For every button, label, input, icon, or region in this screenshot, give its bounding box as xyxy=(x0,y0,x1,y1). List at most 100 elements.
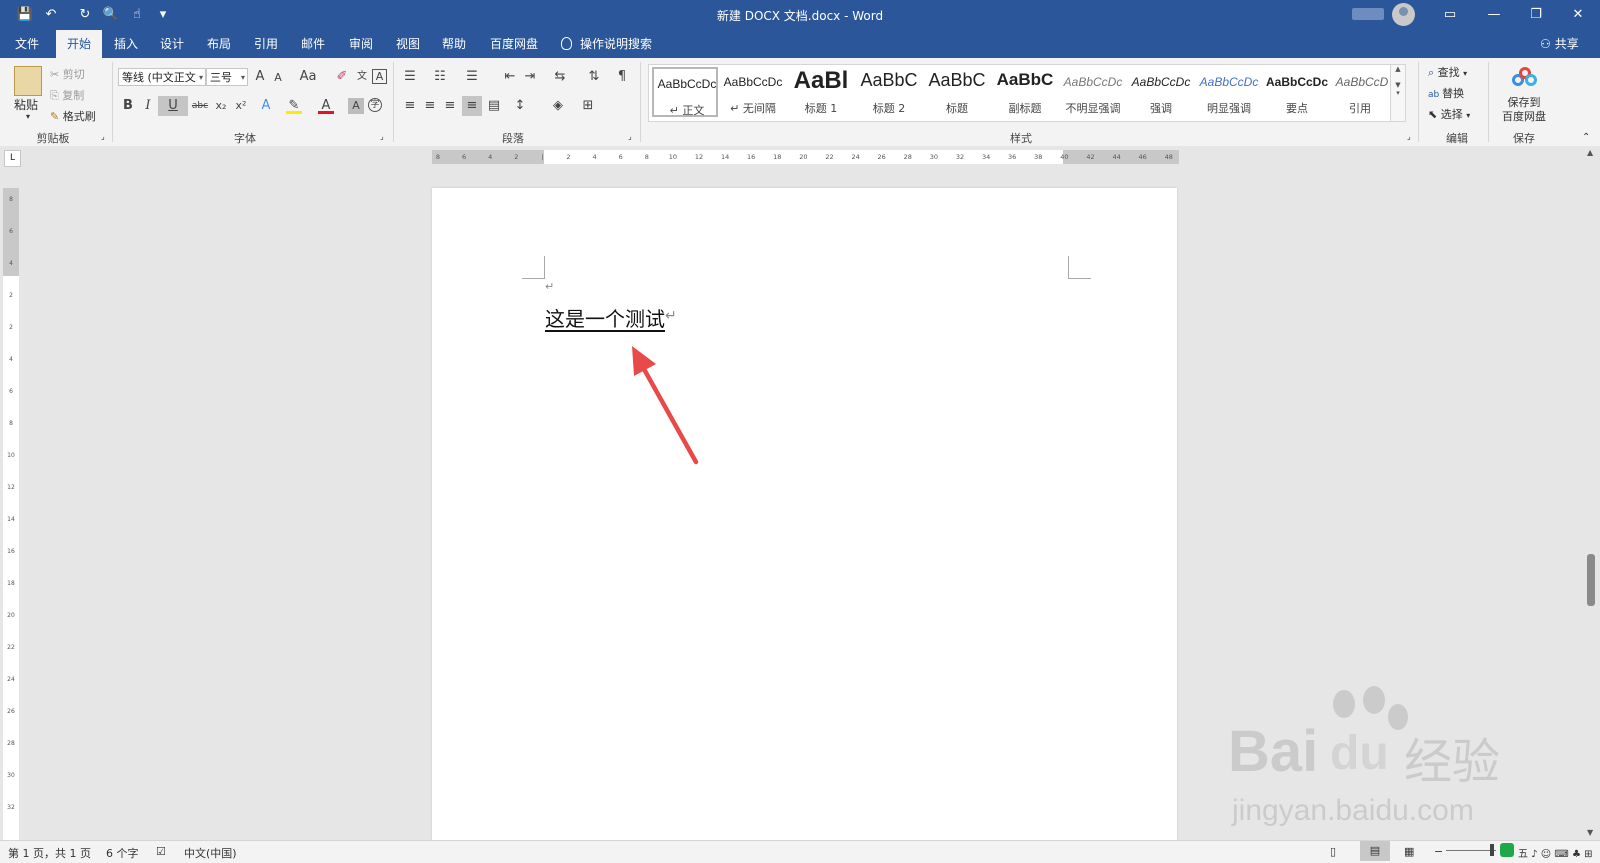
language-indicator[interactable]: 中文(中国) xyxy=(184,845,237,861)
horizontal-ruler[interactable]: 8 6 4 2 | 2 4 6 8 10 12 14 16 18 20 22 24 26 28 30 32 34 36 38 4… xyxy=(432,150,1179,164)
align-right-icon[interactable]: ≡ xyxy=(442,98,458,114)
change-case-icon[interactable]: Aa xyxy=(296,69,320,85)
cut-button[interactable]: ✂ 剪切 xyxy=(50,66,85,82)
tab-home[interactable]: 开始 xyxy=(56,30,102,58)
web-layout-icon[interactable]: ▦ xyxy=(1404,845,1414,858)
tab-mailings[interactable]: 邮件 xyxy=(293,30,333,58)
underline-button[interactable]: U xyxy=(158,96,188,116)
tab-help[interactable]: 帮助 xyxy=(434,30,474,58)
phonetic-guide-icon[interactable]: 文 xyxy=(354,69,370,85)
read-mode-icon[interactable]: ▯ xyxy=(1330,845,1336,858)
tab-references[interactable]: 引用 xyxy=(246,30,286,58)
font-size-select[interactable]: 三号 ▾ xyxy=(206,68,248,86)
scroll-thumb[interactable] xyxy=(1587,554,1595,606)
text-effects-icon[interactable]: A xyxy=(258,98,274,114)
share-button[interactable]: ⚇ 共享 xyxy=(1540,30,1579,58)
document-page[interactable] xyxy=(432,188,1177,848)
font-dialog-launcher-icon[interactable]: ⌟ xyxy=(380,132,384,141)
character-border-icon[interactable]: A xyxy=(372,69,387,84)
distributed-icon[interactable]: ▤ xyxy=(486,98,502,114)
bullets-icon[interactable]: ☰ xyxy=(402,69,418,85)
collapse-ribbon-icon[interactable]: ⌃ xyxy=(1582,132,1590,143)
shading-icon[interactable]: ◈ xyxy=(550,98,566,114)
avatar[interactable] xyxy=(1392,3,1415,26)
character-shading-icon[interactable]: A xyxy=(348,98,364,114)
shrink-font-icon[interactable]: A xyxy=(270,70,286,86)
zoom-thumb[interactable] xyxy=(1490,844,1494,856)
replace-button[interactable]: ab 替换 xyxy=(1428,85,1464,101)
restore-button[interactable]: ❐ xyxy=(1514,0,1558,30)
numbering-icon[interactable]: ☷ xyxy=(432,69,448,85)
style-heading-2[interactable]: AaBbC 标题 2 xyxy=(856,67,922,117)
show-formatting-icon[interactable]: ¶ xyxy=(614,69,630,85)
tab-selector[interactable]: L xyxy=(4,150,21,167)
paragraph-dialog-launcher-icon[interactable]: ⌟ xyxy=(628,132,632,141)
sort-icon[interactable]: ⇅ xyxy=(586,69,602,85)
close-button[interactable]: ✕ xyxy=(1556,0,1600,30)
increase-indent-icon[interactable]: ⇥ xyxy=(522,69,538,85)
style-subtitle[interactable]: AaBbC 副标题 xyxy=(992,67,1058,117)
multilevel-list-icon[interactable]: ☰ xyxy=(464,69,480,85)
tab-review[interactable]: 审阅 xyxy=(341,30,381,58)
ribbon-display-options-button[interactable]: ▭ xyxy=(1428,0,1472,30)
tab-insert[interactable]: 插入 xyxy=(106,30,146,58)
find-button[interactable]: ⌕ 查找 ▾ xyxy=(1428,64,1467,80)
style-normal[interactable]: AaBbCcDc ↵ 正文 xyxy=(652,67,718,117)
style-subtle-emphasis[interactable]: AaBbCcDc 不明显强调 xyxy=(1060,67,1126,117)
proofing-icon[interactable]: ☑ xyxy=(156,845,166,858)
bold-button[interactable]: B xyxy=(120,98,136,114)
baidu-cloud-icon[interactable] xyxy=(1510,66,1538,90)
zoom-out-icon[interactable]: − xyxy=(1434,845,1443,858)
style-title[interactable]: AaBbC 标题 xyxy=(924,67,990,117)
highlight-icon[interactable]: ✎ xyxy=(286,98,302,114)
italic-button[interactable]: I xyxy=(140,98,156,114)
minimize-button[interactable]: — xyxy=(1472,0,1516,30)
zoom-slider[interactable] xyxy=(1446,850,1496,851)
decrease-indent-icon[interactable]: ⇤ xyxy=(502,69,518,85)
chinese-layout-icon[interactable]: ⇆ xyxy=(552,69,568,85)
select-button[interactable]: ⬉ 选择 ▾ xyxy=(1428,106,1470,122)
clear-formatting-icon[interactable]: ✐ xyxy=(334,69,350,85)
tab-layout[interactable]: 布局 xyxy=(199,30,239,58)
style-emphasis[interactable]: AaBbCcDc 强调 xyxy=(1128,67,1194,117)
style-no-spacing[interactable]: AaBbCcDc ↵ 无间隔 xyxy=(720,67,786,117)
style-strong[interactable]: AaBbCcDc 要点 xyxy=(1264,67,1330,117)
tab-view[interactable]: 视图 xyxy=(388,30,428,58)
tell-me-search[interactable]: 操作说明搜索 xyxy=(561,30,652,58)
style-intense-emphasis[interactable]: AaBbCcDc 明显强调 xyxy=(1196,67,1262,117)
font-color-icon[interactable]: A xyxy=(318,98,334,114)
tab-file[interactable]: 文件 xyxy=(8,30,46,58)
scroll-up-icon[interactable]: ▲ xyxy=(1587,148,1593,157)
enclose-characters-icon[interactable]: 字 xyxy=(368,98,382,112)
document-text[interactable]: 这是一个测试 xyxy=(545,303,665,332)
print-layout-icon[interactable]: ▤ xyxy=(1360,841,1390,861)
borders-icon[interactable]: ⊞ xyxy=(580,98,596,114)
paste-icon[interactable] xyxy=(14,66,42,96)
font-name-select[interactable]: 等线 (中文正文 ▾ xyxy=(118,68,206,86)
vertical-ruler[interactable]: 8 6 4 2 2 4 6 8 10 12 14 16 18 20 22 24 26 28 30 32 xyxy=(3,188,19,848)
dialog-launcher-icon[interactable]: ⌟ xyxy=(101,132,105,141)
vertical-scrollbar[interactable]: ▲ ▼ xyxy=(1583,146,1600,840)
line-spacing-icon[interactable]: ↕ xyxy=(512,98,528,114)
word-count[interactable]: 6 个字 xyxy=(106,845,139,861)
align-center-icon[interactable]: ≡ xyxy=(422,98,438,114)
grow-font-icon[interactable]: A xyxy=(252,69,268,85)
subscript-button[interactable]: x₂ xyxy=(213,98,229,114)
styles-dialog-launcher-icon[interactable]: ⌟ xyxy=(1407,132,1411,141)
scroll-down-icon[interactable]: ▼ xyxy=(1587,828,1593,837)
paste-button[interactable]: 粘贴 xyxy=(14,96,38,113)
page-count[interactable]: 第 1 页，共 1 页 xyxy=(8,845,91,861)
save-to-baidu-button[interactable]: 保存到 百度网盘 xyxy=(1496,96,1552,124)
justify-icon[interactable]: ≡ xyxy=(462,96,482,116)
copy-button[interactable]: ⎘ 复制 xyxy=(50,87,84,103)
tab-design[interactable]: 设计 xyxy=(152,30,192,58)
tab-baidu-netdisk[interactable]: 百度网盘 xyxy=(484,30,544,58)
format-painter-button[interactable]: ✎ 格式刷 xyxy=(50,108,96,124)
align-left-icon[interactable]: ≡ xyxy=(402,98,418,114)
ime-toolbar-icons[interactable]: 五 ♪ ☺ ⌨ ♣ ⊞ xyxy=(1518,845,1592,860)
ime-icon[interactable] xyxy=(1500,843,1514,857)
styles-gallery-scroll[interactable]: ▲ ▼ ▾ xyxy=(1390,64,1406,122)
superscript-button[interactable]: x² xyxy=(233,98,249,114)
style-heading-1[interactable]: AaBl 标题 1 xyxy=(788,67,854,117)
strikethrough-button[interactable]: abc xyxy=(190,98,210,114)
